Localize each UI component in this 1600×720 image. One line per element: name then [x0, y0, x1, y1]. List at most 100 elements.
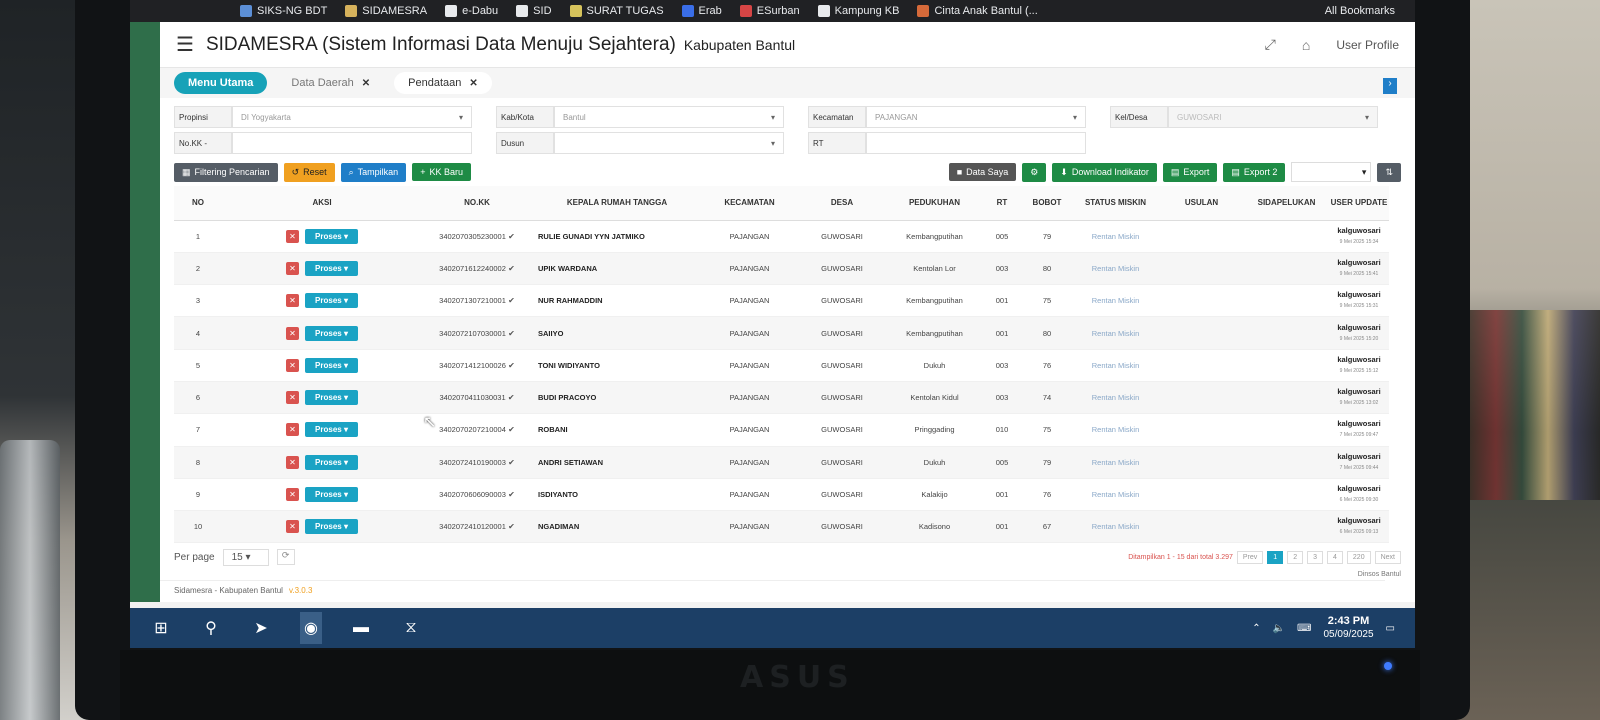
expand-right-icon[interactable]: › [1383, 78, 1397, 94]
delete-icon[interactable]: ✕ [286, 391, 300, 405]
user-profile-link[interactable]: User Profile [1336, 38, 1399, 52]
proses-button[interactable]: Proses ▾ [305, 228, 358, 244]
hamburger-icon[interactable]: ☰ [176, 32, 194, 57]
delete-icon[interactable]: ✕ [286, 294, 300, 308]
delete-icon[interactable]: ✕ [286, 261, 300, 275]
bookmark-item[interactable]: Kampung KB [817, 5, 899, 17]
page-button[interactable]: 1 [1267, 550, 1284, 564]
export2-button[interactable]: ▤ Export 2 [1223, 162, 1286, 182]
proses-button[interactable]: Proses ▾ [305, 390, 358, 406]
close-icon[interactable]: ✕ [469, 78, 477, 89]
delete-icon[interactable]: ✕ [286, 488, 300, 502]
app-subtitle: Kabupaten Bantul [683, 36, 796, 53]
bookmark-item[interactable]: e-Dabu [445, 5, 498, 17]
proses-button[interactable]: Proses ▾ [305, 260, 358, 276]
sort-button[interactable]: ⇅ [1377, 162, 1401, 182]
last-page-button[interactable]: 220 [1346, 550, 1371, 564]
per-page-label: Per page [174, 551, 215, 563]
file-explorer-icon[interactable]: ▬ [350, 619, 372, 637]
sort-icon: ⇅ [1385, 166, 1393, 177]
keldesa-select[interactable]: GUWOSARI ▾ [1168, 106, 1378, 128]
bookmark-item[interactable]: SURAT TUGAS [569, 5, 664, 17]
close-icon[interactable]: ✕ [362, 78, 370, 89]
column-header[interactable]: USULAN [1159, 186, 1244, 221]
delete-icon[interactable]: ✕ [286, 423, 300, 437]
fullscreen-icon[interactable]: ⤢ [1265, 36, 1276, 53]
delete-icon[interactable]: ✕ [286, 326, 300, 340]
dusun-select[interactable]: ▾ [554, 132, 784, 154]
home-icon[interactable]: ⌂ [1302, 37, 1310, 53]
kk-baru-button[interactable]: + KK Baru [412, 163, 471, 181]
chevron-up-icon[interactable]: ⌃ [1252, 623, 1260, 634]
column-select[interactable]: ▾ [1291, 162, 1372, 182]
delete-icon[interactable]: ✕ [286, 229, 300, 243]
reset-button[interactable]: ↺ Reset [283, 162, 335, 182]
all-bookmarks-button[interactable]: All Bookmarks [1325, 5, 1415, 17]
kecamatan-select[interactable]: PAJANGAN ▾ [866, 106, 1086, 128]
column-header[interactable]: USER UPDATE [1329, 186, 1389, 221]
column-header[interactable]: NO.KK [422, 186, 532, 221]
user-update-time: 9 Mei 2025 15:41 [1339, 270, 1379, 277]
column-header[interactable]: BOBOT [1022, 186, 1072, 221]
download-button[interactable]: ⬇ Download Indikator [1052, 162, 1157, 182]
tab-data-daerah[interactable]: Data Daerah ✕ [277, 72, 384, 94]
page-button[interactable]: 3 [1307, 550, 1323, 564]
delete-icon[interactable]: ✕ [286, 455, 300, 469]
filtering-button[interactable]: ▦ Filtering Pencarian [174, 162, 278, 182]
tab-menu-utama[interactable]: Menu Utama [174, 72, 268, 94]
notification-icon[interactable]: ▭ [1386, 623, 1395, 634]
proses-button[interactable]: Proses ▾ [305, 454, 358, 470]
nokk-input[interactable] [232, 132, 472, 154]
rt-input[interactable] [866, 132, 1086, 154]
bookmark-icon [445, 5, 458, 17]
data-saya-button[interactable]: ■ Data Saya [948, 163, 1017, 181]
proses-button[interactable]: Proses ▾ [305, 293, 358, 309]
page-button[interactable]: 2 [1287, 550, 1304, 564]
column-header[interactable]: NO [174, 186, 222, 221]
table-row: 4 ✕ Proses ▾ 3402072107030001 ✔ SAIIYO PAJANG… [174, 316, 1389, 350]
telegram-icon[interactable]: ➤ [250, 618, 272, 638]
column-header[interactable]: SIDAPELUKAN [1244, 186, 1329, 221]
column-header[interactable]: AKSI [222, 186, 422, 221]
delete-icon[interactable]: ✕ [286, 358, 300, 372]
tampilkan-button[interactable]: ⌕ Tampilkan [340, 162, 407, 182]
bookmark-item[interactable]: Erab [681, 5, 722, 17]
proses-button[interactable]: Proses ▾ [305, 325, 358, 341]
proses-button[interactable]: Proses ▾ [305, 357, 358, 373]
bookmark-item[interactable]: SIKS-NG BDT [240, 5, 327, 17]
column-header[interactable]: KECAMATAN [702, 186, 797, 221]
chrome-icon[interactable]: ◉ [300, 612, 322, 644]
kabkota-select[interactable]: Bantul ▾ [554, 106, 784, 128]
bookmark-item[interactable]: Cinta Anak Bantul (... [917, 5, 1038, 17]
delete-icon[interactable]: ✕ [286, 520, 300, 534]
column-header[interactable]: PEDUKUHAN [887, 186, 982, 221]
next-button[interactable]: Next [1374, 550, 1401, 564]
tab-pendataan[interactable]: Pendataan ✕ [394, 72, 492, 94]
column-header[interactable]: RT [982, 186, 1022, 221]
bookmark-item[interactable]: ESurban [739, 5, 800, 17]
keyboard-icon[interactable]: ⌨ [1297, 623, 1311, 634]
page-button[interactable]: 4 [1327, 550, 1343, 564]
settings-button[interactable]: ⚙ [1022, 162, 1047, 182]
column-header[interactable]: DESA [797, 186, 887, 221]
refresh-icon[interactable]: ⟳ [276, 549, 295, 566]
search-icon[interactable]: ⚲ [200, 618, 222, 638]
export-button[interactable]: ▤ Export [1162, 162, 1218, 182]
windows-start-icon[interactable]: ⊞ [150, 618, 172, 638]
column-header[interactable]: KEPALA RUMAH TANGGA [532, 186, 702, 221]
row-number: 8 [174, 446, 222, 479]
app-icon[interactable]: ⧖ [400, 619, 422, 637]
proses-button[interactable]: Proses ▾ [305, 422, 358, 438]
bookmark-item[interactable]: SIDAMESRA [345, 5, 427, 17]
proses-button[interactable]: Proses ▾ [305, 519, 358, 535]
provinsi-select[interactable]: DI Yogyakarta ▾ [232, 106, 472, 128]
proses-button[interactable]: Proses ▾ [305, 487, 358, 503]
column-header[interactable]: STATUS MISKIN [1072, 186, 1159, 221]
chevron-down-icon: ▾ [341, 231, 348, 241]
bookmark-item[interactable]: SID [516, 5, 552, 17]
prev-button[interactable]: Prev [1236, 550, 1264, 564]
per-page-select[interactable]: 15 ▾ [222, 548, 269, 566]
chevron-down-icon: ▾ [341, 393, 348, 403]
clock[interactable]: 2:43 PM 05/09/2025 [1323, 615, 1373, 641]
volume-icon[interactable]: 🔈 [1273, 623, 1285, 634]
